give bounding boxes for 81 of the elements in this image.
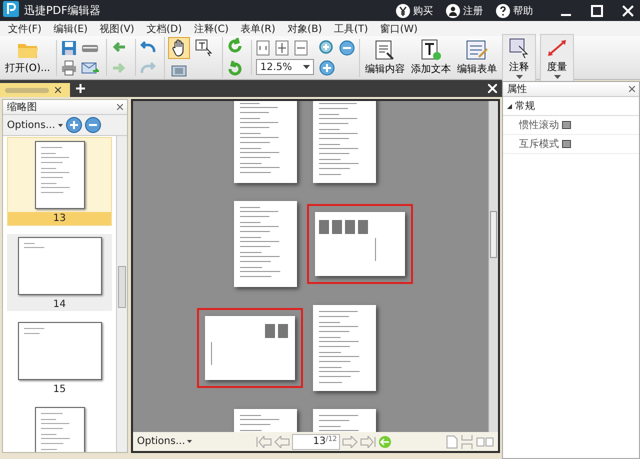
hand-tool-icon[interactable]	[168, 36, 190, 58]
page-number: 13	[8, 212, 111, 225]
scrollbar[interactable]	[116, 136, 127, 452]
options-dropdown[interactable]: Options...	[137, 436, 186, 447]
header-link[interactable]: 帮助	[496, 4, 533, 18]
property-label: 互斥模式	[519, 138, 559, 151]
menu-item[interactable]: 表单(R)	[240, 22, 276, 36]
fit-page-icon[interactable]	[275, 40, 290, 56]
caret-icon	[303, 65, 310, 69]
caret-icon	[187, 440, 192, 443]
window-title: 迅捷PDF编辑器	[24, 3, 100, 18]
property-icon[interactable]	[562, 121, 571, 129]
document-page[interactable]	[312, 101, 376, 183]
menu-item[interactable]: 对象(B)	[287, 22, 322, 36]
page-number: 15	[52, 383, 67, 396]
help-icon	[496, 4, 510, 18]
menu-item[interactable]: 工具(T)	[334, 22, 368, 36]
header-link[interactable]: 购买	[396, 4, 433, 18]
blurred-label	[5, 88, 49, 92]
menu-item[interactable]: 视图(V)	[100, 22, 134, 36]
menu-item[interactable]: 注释(C)	[194, 22, 229, 36]
undo-icon[interactable]	[139, 39, 158, 55]
next-page-icon[interactable]	[342, 436, 358, 448]
zoom-dropdown[interactable]: 12.5%	[256, 59, 314, 75]
continuous-page-icon[interactable]	[460, 434, 474, 448]
back-arrow-icon[interactable]	[378, 434, 392, 448]
edit-content-button[interactable]: 编辑内容	[364, 37, 406, 78]
property-label: 惯性滚动	[519, 118, 559, 132]
caret-icon	[58, 124, 64, 126]
printer-icon[interactable]	[60, 60, 78, 76]
document-page[interactable]	[234, 101, 296, 183]
plus-icon[interactable]	[318, 58, 336, 76]
page-number: 14	[52, 298, 67, 311]
menu-item[interactable]: 文档(D)	[146, 22, 182, 36]
page-thumbnail	[34, 141, 84, 209]
panel-title: 属性	[507, 82, 527, 96]
thumbnail-item[interactable]: 14	[7, 234, 112, 311]
add-text-icon	[419, 39, 444, 61]
property-icon[interactable]	[562, 140, 571, 148]
panel-title: 缩略图	[7, 100, 37, 114]
header-link[interactable]: 注册	[446, 4, 483, 18]
email-icon[interactable]	[81, 60, 100, 76]
menu-item[interactable]: 文件(F)	[8, 22, 42, 36]
yen-icon	[396, 4, 410, 18]
first-page-icon[interactable]	[256, 436, 272, 448]
open-button[interactable]: 打开(O)...	[3, 40, 52, 74]
add-text-button[interactable]: 添加文本	[410, 37, 452, 78]
two-page-icon[interactable]	[476, 436, 494, 446]
document-page[interactable]	[204, 316, 294, 380]
maximize-icon[interactable]	[591, 4, 603, 16]
new-tab-icon[interactable]	[76, 84, 85, 93]
save-icon[interactable]	[60, 40, 78, 56]
property-group[interactable]: 常规	[503, 97, 639, 116]
measure-button[interactable]: 度量	[540, 34, 574, 82]
caret-icon	[516, 74, 523, 78]
close-icon[interactable]	[55, 87, 61, 93]
user-icon	[446, 4, 460, 18]
fit-width-icon[interactable]	[294, 40, 308, 56]
document-page[interactable]	[234, 201, 296, 287]
menu-item[interactable]: 编辑(E)	[54, 22, 88, 36]
previous-page-icon[interactable]	[274, 436, 290, 448]
document-page[interactable]	[314, 212, 404, 276]
document-page[interactable]	[312, 305, 376, 391]
form-icon	[465, 39, 490, 61]
thumbnail-item[interactable]: 13	[7, 137, 112, 226]
comment-button[interactable]: 注释	[502, 34, 536, 82]
edit-form-button[interactable]: 编辑表单	[456, 37, 498, 78]
scrollbar[interactable]	[488, 101, 498, 432]
actual-size-icon[interactable]	[256, 40, 270, 56]
app-logo-icon	[3, 1, 19, 20]
expand-icon	[507, 104, 512, 108]
rotate-icon[interactable]	[226, 60, 244, 78]
thumbnail-item[interactable]: 15	[7, 319, 112, 396]
caret-icon	[554, 74, 561, 78]
menu-item[interactable]: 窗口(W)	[380, 22, 418, 36]
zoom-out-icon[interactable]	[85, 117, 102, 133]
zoom-in-icon[interactable]	[66, 117, 82, 133]
single-page-icon[interactable]	[446, 434, 458, 448]
last-page-icon[interactable]	[360, 436, 376, 448]
zoom-out-icon[interactable]	[338, 38, 356, 56]
rotate-icon[interactable]	[226, 37, 244, 55]
